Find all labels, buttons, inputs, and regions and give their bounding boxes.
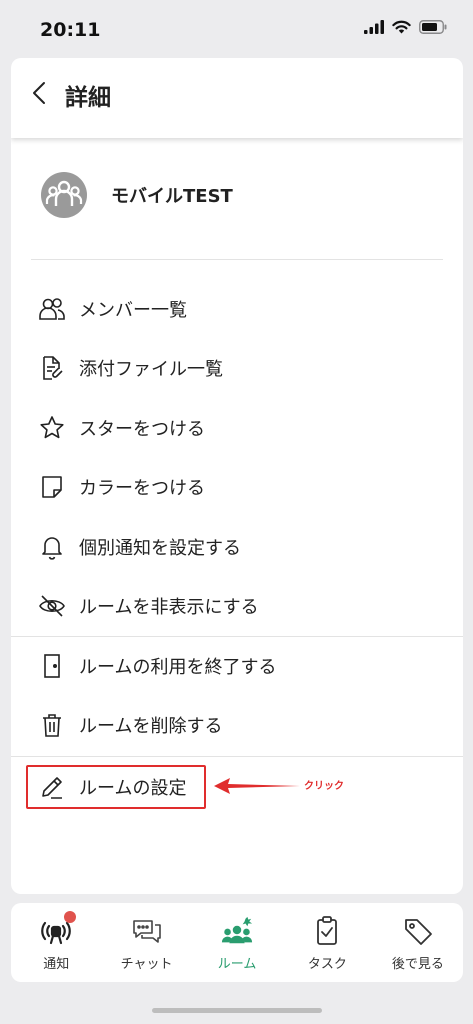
star-icon: [37, 413, 67, 443]
highlight-box: [26, 765, 206, 809]
menu-label: 個別通知を設定する: [79, 538, 241, 559]
tab-label: タスク: [307, 957, 347, 972]
members-icon: [37, 294, 67, 324]
menu-label: スターをつける: [79, 419, 205, 440]
notification-badge: [64, 911, 77, 923]
notification-icon: [39, 911, 77, 947]
tab-watch-later[interactable]: 後で見る: [373, 903, 463, 982]
page-title: 詳細: [65, 85, 111, 111]
trash-icon: [37, 710, 67, 740]
tab-rooms[interactable]: ルーム: [192, 903, 282, 982]
room-icon: [220, 915, 254, 947]
bell-icon: [37, 532, 67, 562]
arrow-left-icon: [214, 778, 300, 794]
menu-item-attachments[interactable]: 添付ファイル一覧: [37, 346, 437, 390]
signal-icon: [364, 20, 384, 34]
header: 詳細: [11, 58, 463, 138]
back-button[interactable]: [25, 78, 55, 108]
menu-label: ルームを非表示にする: [79, 597, 259, 618]
color-tag-icon: [37, 472, 67, 502]
divider: [11, 636, 463, 637]
menu-label: カラーをつける: [79, 478, 205, 499]
exit-door-icon: [37, 651, 67, 681]
menu-item-notification-settings[interactable]: 個別通知を設定する: [37, 525, 437, 569]
group-icon: [45, 180, 83, 206]
room-avatar: [41, 172, 87, 218]
status-icons: [364, 20, 447, 34]
status-time: 20:11: [40, 19, 101, 41]
menu-item-leave-room[interactable]: ルームの利用を終了する: [37, 644, 437, 688]
status-bar: 20:11: [0, 0, 473, 58]
divider: [31, 259, 443, 260]
room-info: モバイルTEST: [41, 172, 233, 218]
menu-item-members[interactable]: メンバー一覧: [37, 287, 437, 331]
menu-item-delete-room[interactable]: ルームを削除する: [37, 703, 437, 747]
menu-item-star[interactable]: スターをつける: [37, 406, 437, 450]
chevron-left-icon: [33, 82, 45, 104]
divider: [11, 756, 463, 757]
tab-notifications[interactable]: 通知: [11, 903, 101, 982]
tab-label: 後で見る: [391, 957, 444, 972]
menu-label: 添付ファイル一覧: [79, 359, 223, 380]
attachment-file-icon: [37, 353, 67, 383]
tab-tasks[interactable]: タスク: [282, 903, 372, 982]
chat-icon: [130, 915, 164, 947]
task-icon: [310, 915, 344, 947]
wifi-icon: [392, 20, 411, 34]
tab-label: 通知: [43, 957, 70, 972]
battery-icon: [419, 20, 447, 34]
annotation-label: クリック: [304, 781, 344, 792]
tab-bar: 通知 チャット ルーム タスク 後で見る: [11, 903, 463, 982]
menu-label: メンバー一覧: [79, 300, 187, 321]
tab-label: チャット: [120, 957, 173, 972]
menu-label: ルームを削除する: [79, 716, 223, 737]
tab-chat[interactable]: チャット: [101, 903, 191, 982]
room-name: モバイルTEST: [111, 186, 233, 207]
eye-off-icon: [37, 591, 67, 621]
menu-label: ルームの利用を終了する: [79, 657, 277, 678]
menu-item-color[interactable]: カラーをつける: [37, 465, 437, 509]
details-card: 詳細 モバイルTEST メンバー一覧 添付ファイル一覧 スターをつける カラーを…: [11, 58, 463, 894]
tab-label: ルーム: [217, 957, 257, 972]
tag-icon: [401, 915, 435, 947]
menu-item-hide-room[interactable]: ルームを非表示にする: [37, 584, 437, 628]
home-indicator: [152, 1008, 322, 1013]
